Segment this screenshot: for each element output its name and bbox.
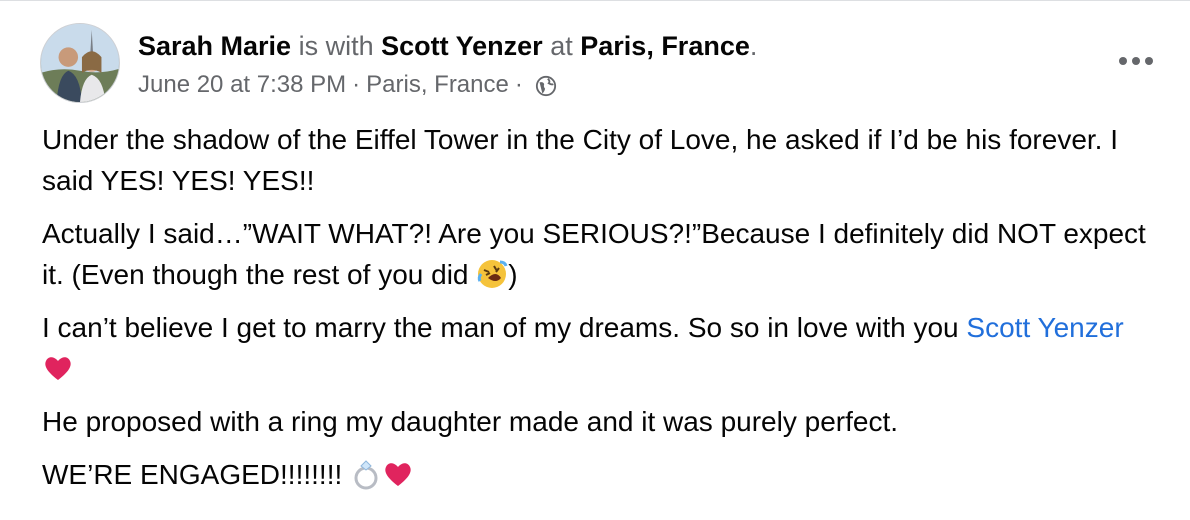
paragraph-2: Actually I said…”WAIT WHAT?! Are you SER… (42, 213, 1152, 295)
paragraph-1: Under the shadow of the Eiffel Tower in … (42, 124, 1119, 196)
post-timestamp[interactable]: June 20 at 7:38 PM (138, 69, 346, 101)
more-dot (1132, 57, 1140, 65)
globe-icon[interactable] (535, 74, 557, 97)
more-dot (1119, 57, 1127, 65)
red-heart-emoji (42, 352, 74, 384)
meta-separator-2: · (514, 71, 523, 98)
tagged-person-link[interactable]: Scott Yenzer (966, 312, 1123, 343)
is-with-text: is with (298, 31, 374, 61)
paragraph-5: WE’RE ENGAGED!!!!!!!! (42, 454, 1152, 495)
post-header: Sarah Marie is with Scott Yenzer at Pari… (40, 23, 1160, 107)
tagged-person-name[interactable]: Scott Yenzer (381, 31, 543, 61)
paragraph-4: He proposed with a ring my daughter made… (42, 406, 899, 437)
meta-separator: · (352, 71, 361, 98)
location-name[interactable]: Paris, France (580, 31, 750, 61)
at-text: at (550, 31, 573, 61)
post-body: Under the shadow of the Eiffel Tower in … (42, 119, 1152, 507)
more-options-icon[interactable] (1112, 43, 1160, 79)
red-heart-emoji (382, 458, 414, 490)
rolling-on-floor-laughing-emoji (476, 258, 508, 290)
author-name[interactable]: Sarah Marie (138, 31, 291, 61)
ring-emoji (350, 458, 382, 490)
post-title-line: Sarah Marie is with Scott Yenzer at Pari… (138, 29, 757, 63)
title-period: . (749, 31, 758, 61)
author-avatar[interactable] (40, 23, 120, 103)
meta-location[interactable]: Paris, France (366, 69, 509, 101)
paragraph-3: I can’t believe I get to marry the man o… (42, 307, 1152, 389)
post-card: Sarah Marie is with Scott Yenzer at Pari… (0, 0, 1190, 520)
paragraph-5-text: WE’RE ENGAGED!!!!!!!! (42, 459, 343, 490)
post-meta-line: June 20 at 7:38 PM · Paris, France · (138, 69, 557, 101)
paragraph-2-text: Actually I said…”WAIT WHAT?! Are you SER… (42, 218, 1146, 290)
paragraph-3-text: I can’t believe I get to marry the man o… (42, 312, 959, 343)
paragraph-2-close: ) (508, 259, 518, 290)
more-dot (1145, 57, 1153, 65)
avatar-photo (41, 24, 119, 102)
